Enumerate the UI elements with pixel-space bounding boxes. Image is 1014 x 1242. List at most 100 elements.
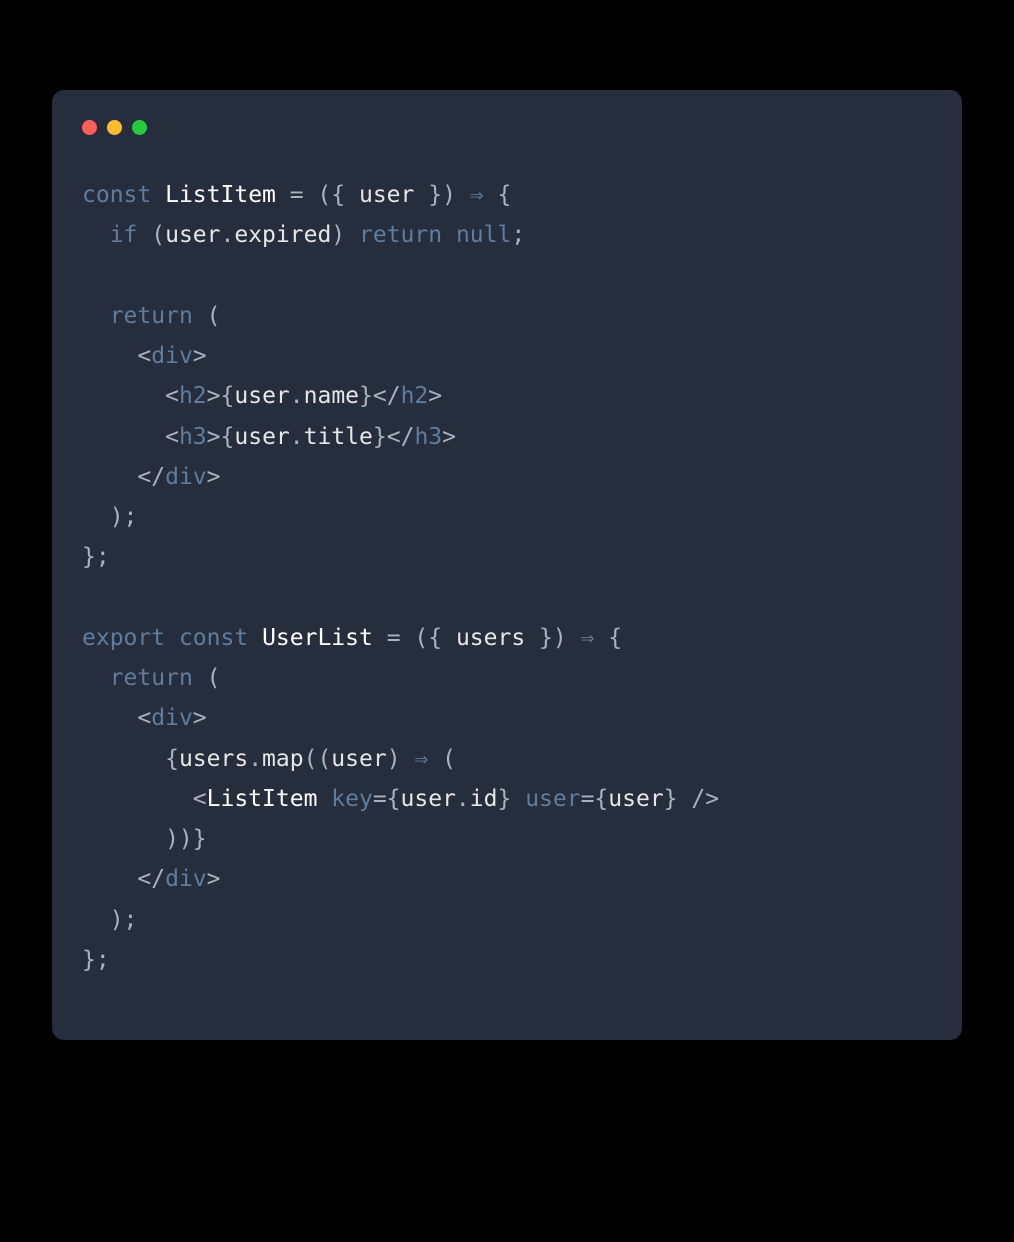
code-token: }; (82, 544, 110, 570)
code-token: { (221, 383, 235, 409)
code-token: user (234, 383, 289, 409)
code-token: > (207, 866, 221, 892)
code-token: id (470, 786, 498, 812)
code-token: ( (137, 222, 165, 248)
code-token: ( (428, 746, 456, 772)
code-token: ListItem (207, 786, 318, 812)
code-token: ) (331, 222, 359, 248)
code-token: }) (525, 625, 580, 651)
code-token: > (207, 424, 221, 450)
code-token: { (221, 424, 235, 450)
code-token: > (207, 464, 221, 490)
code-token: . (290, 383, 304, 409)
minimize-icon[interactable] (107, 120, 122, 135)
code-token: UserList (262, 625, 373, 651)
code-token: </ (387, 424, 415, 450)
code-token: }; (82, 947, 110, 973)
code-token: < (137, 705, 151, 731)
code-token: h2 (179, 383, 207, 409)
code-token: } (664, 786, 692, 812)
code-token: { (484, 182, 512, 208)
code-token: expired (234, 222, 331, 248)
code-token: < (137, 343, 151, 369)
code-token: div (165, 464, 207, 490)
code-token (82, 665, 110, 691)
close-icon[interactable] (82, 120, 97, 135)
code-token: users (456, 625, 525, 651)
code-token: ; (511, 222, 525, 248)
code-token: user (234, 424, 289, 450)
code-token (82, 222, 110, 248)
code-token: div (151, 705, 193, 731)
code-token: ); (82, 907, 137, 933)
code-token: key (331, 786, 373, 812)
code-token: > (193, 705, 207, 731)
code-token: ( (193, 665, 221, 691)
code-token: null (456, 222, 511, 248)
code-token: } (373, 424, 387, 450)
code-token: > (207, 383, 221, 409)
code-editor-window: const ListItem = ({ user }) ⇒ { if (user… (52, 90, 962, 1040)
code-token: } (359, 383, 373, 409)
code-token (317, 786, 331, 812)
code-token: if (110, 222, 138, 248)
code-token: user (608, 786, 663, 812)
code-token (165, 625, 179, 651)
code-token: div (165, 866, 207, 892)
code-token: ={ (581, 786, 609, 812)
code-token: } (497, 786, 525, 812)
code-token (442, 222, 456, 248)
code-token: < (165, 383, 179, 409)
code-token: ); (82, 504, 137, 530)
code-token: ListItem (165, 182, 276, 208)
code-token (82, 705, 137, 731)
code-token: ( (193, 303, 221, 329)
code-token (82, 303, 110, 329)
code-token: . (248, 746, 262, 772)
code-token: (( (304, 746, 332, 772)
code-token (82, 464, 137, 490)
window-controls (82, 120, 932, 135)
code-token (82, 383, 165, 409)
code-token: { (594, 625, 622, 651)
code-token: user (331, 746, 386, 772)
code-token: </ (137, 464, 165, 490)
code-token: ⇒ (470, 182, 484, 208)
code-token: return (110, 665, 193, 691)
code-token: const (82, 182, 151, 208)
code-token: > (428, 383, 442, 409)
code-token: return (359, 222, 442, 248)
code-token: map (262, 746, 304, 772)
code-token: div (151, 343, 193, 369)
code-token (82, 343, 137, 369)
maximize-icon[interactable] (132, 120, 147, 135)
code-token: user (165, 222, 220, 248)
code-token: user (359, 182, 414, 208)
code-token: < (193, 786, 207, 812)
code-token: h3 (179, 424, 207, 450)
code-token: . (456, 786, 470, 812)
code-token: h3 (414, 424, 442, 450)
code-token: const (179, 625, 248, 651)
code-token: < (165, 424, 179, 450)
code-token: . (221, 222, 235, 248)
code-token: . (290, 424, 304, 450)
code-token (151, 182, 165, 208)
code-token: { (82, 746, 179, 772)
code-token (82, 786, 193, 812)
code-token: = ({ (373, 625, 456, 651)
code-token: users (179, 746, 248, 772)
code-token: </ (137, 866, 165, 892)
code-token: ={ (373, 786, 401, 812)
code-token: ) (387, 746, 415, 772)
code-token (82, 866, 137, 892)
code-token: </ (373, 383, 401, 409)
code-token: /> (691, 786, 719, 812)
code-token: > (442, 424, 456, 450)
code-token: = ({ (276, 182, 359, 208)
code-token: return (110, 303, 193, 329)
code-content[interactable]: const ListItem = ({ user }) ⇒ { if (user… (82, 175, 932, 980)
code-token (248, 625, 262, 651)
code-token: user (401, 786, 456, 812)
code-token (82, 424, 165, 450)
